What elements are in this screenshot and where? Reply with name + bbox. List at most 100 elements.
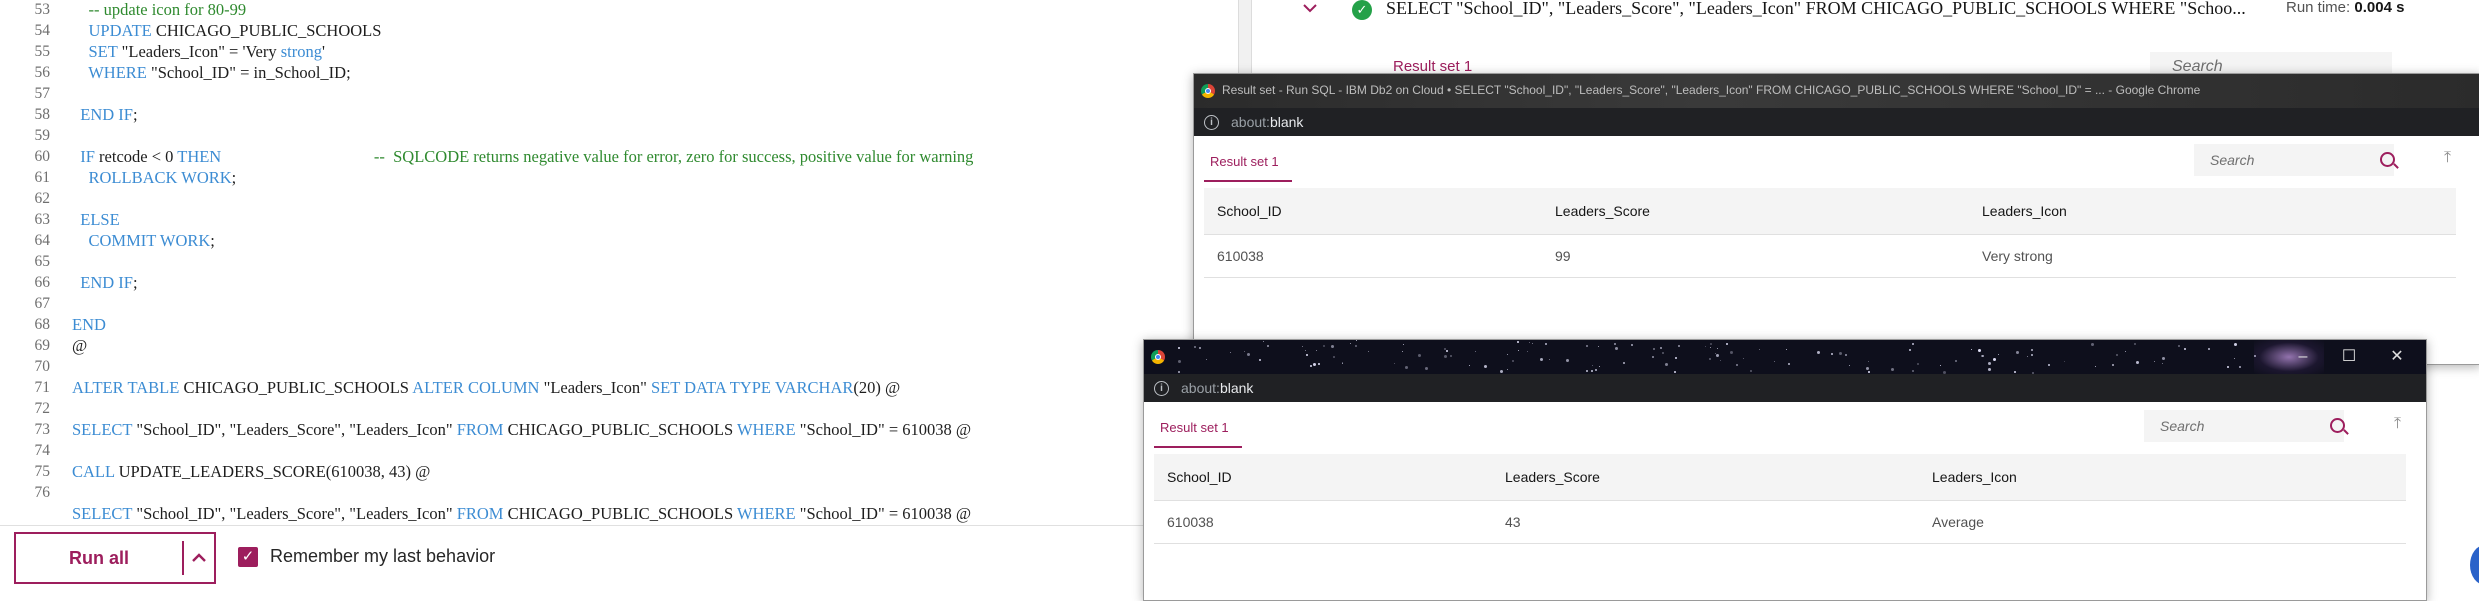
code-line[interactable]: SELECT "School_ID", "Leaders_Score", "Le… — [0, 503, 1238, 524]
star — [1977, 348, 1981, 352]
star — [2208, 347, 2211, 350]
code-text[interactable]: UPDATE CHICAGO_PUBLIC_SCHOOLS — [72, 20, 382, 41]
code-text[interactable]: ALTER TABLE CHICAGO_PUBLIC_SCHOOLS ALTER… — [72, 377, 900, 398]
sql-code-editor[interactable]: 53 -- update icon for 80-99 54 UPDATE CHI… — [0, 0, 1238, 525]
star — [2226, 365, 2229, 368]
code-line[interactable]: 63 ELSE — [0, 209, 1238, 230]
code-line[interactable]: 62 — [0, 188, 1238, 209]
code-text[interactable]: SET "Leaders_Icon" = 'Very strong' — [72, 41, 325, 62]
star — [1705, 345, 1707, 347]
code-text[interactable]: END IF; — [72, 272, 137, 293]
code-text[interactable]: ELSE — [72, 209, 119, 230]
chevron-down-icon[interactable] — [1302, 0, 1318, 19]
code-line[interactable]: 58 END IF; — [0, 104, 1238, 125]
code-line[interactable]: 59 — [0, 125, 1238, 146]
star — [1393, 363, 1395, 365]
code-line[interactable]: 64 COMMIT WORK; — [0, 230, 1238, 251]
tab-result-set-1[interactable]: Result set 1 — [1160, 420, 1229, 435]
code-text[interactable]: SELECT "School_ID", "Leaders_Score", "Le… — [72, 503, 971, 524]
code-line[interactable]: 53 -- update icon for 80-99 — [0, 0, 1238, 20]
star — [1586, 344, 1589, 347]
search-icon[interactable] — [2380, 152, 2395, 167]
line-number: 68 — [34, 316, 51, 333]
search-input[interactable]: Search — [2144, 410, 2344, 442]
close-icon[interactable]: ✕ — [2372, 340, 2422, 374]
address-text: about:blank — [1181, 380, 1253, 396]
tab-result-set-1[interactable]: Result set 1 — [1210, 154, 1279, 169]
code-line[interactable]: 57 — [0, 83, 1238, 104]
chevron-up-icon[interactable] — [184, 553, 214, 563]
column-header[interactable]: Leaders_Score — [1542, 188, 1969, 235]
star — [1549, 358, 1551, 360]
column-header[interactable]: School_ID — [1204, 188, 1542, 235]
code-text[interactable]: @ — [72, 335, 87, 356]
checkmark-icon[interactable]: ✓ — [238, 546, 258, 567]
window-titlebar[interactable]: Result set - Run SQL - IBM Db2 on Cloud … — [1194, 74, 2479, 108]
star — [1661, 352, 1664, 355]
code-text[interactable]: ROLLBACK WORK; — [72, 167, 237, 188]
code-line[interactable]: 54 UPDATE CHICAGO_PUBLIC_SCHOOLS — [0, 20, 1238, 41]
export-icon[interactable]: ⤒ — [2444, 149, 2451, 167]
star — [2016, 351, 2020, 355]
star — [1817, 351, 1821, 355]
star — [1982, 354, 1985, 357]
column-header[interactable]: Leaders_Score — [1492, 454, 1919, 501]
line-number: 76 — [34, 484, 51, 501]
panel-splitter[interactable] — [1238, 0, 1252, 80]
search-input[interactable]: Search — [2194, 144, 2394, 176]
result-set-popup-window[interactable]: – ☐ ✕ i about:blank Result set 1 Search … — [1143, 339, 2427, 601]
code-text[interactable]: CALL UPDATE_LEADERS_SCORE(610038, 43) @ — [72, 461, 430, 482]
code-line[interactable]: 65 — [0, 251, 1238, 272]
search-icon[interactable] — [2330, 418, 2345, 433]
code-line[interactable]: 55 SET "Leaders_Icon" = 'Very strong' — [0, 41, 1238, 62]
star — [1729, 350, 1733, 354]
star — [1350, 343, 1351, 345]
info-icon[interactable]: i — [1154, 380, 1169, 396]
code-line[interactable]: 75 CALL UPDATE_LEADERS_SCORE(610038, 43) … — [0, 461, 1238, 482]
code-text[interactable]: END — [72, 314, 106, 335]
star — [1615, 347, 1619, 351]
table-row[interactable]: 610038 99 Very strong — [1204, 234, 2456, 278]
code-line[interactable]: 61 ROLLBACK WORK; — [0, 167, 1238, 188]
code-text[interactable]: COMMIT WORK; — [72, 230, 215, 251]
code-line[interactable]: 72 — [0, 398, 1238, 419]
code-line[interactable]: 66 END IF; — [0, 272, 1238, 293]
maximize-icon[interactable]: ☐ — [2326, 340, 2372, 374]
query-summary[interactable]: SELECT "School_ID", "Leaders_Score", "Le… — [1386, 0, 2246, 19]
code-text[interactable]: IF retcode < 0 THEN -- SQLCODE returns n… — [72, 146, 973, 167]
info-icon[interactable]: i — [1204, 114, 1219, 130]
code-line[interactable]: 71 ALTER TABLE CHICAGO_PUBLIC_SCHOOLS ALT… — [0, 377, 1238, 398]
code-line[interactable]: 67 — [0, 293, 1238, 314]
column-header[interactable]: Leaders_Icon — [1919, 454, 2406, 501]
result-set-popup-window[interactable]: Result set - Run SQL - IBM Db2 on Cloud … — [1193, 73, 2479, 365]
code-line[interactable]: 56 WHERE "School_ID" = in_School_ID; — [0, 62, 1238, 83]
star — [1720, 360, 1722, 362]
table-cell: 610038 — [1204, 234, 1542, 278]
result-tabs: Result set 1 Search ⤒ — [1144, 402, 2426, 454]
code-line[interactable]: 73 SELECT "School_ID", "Leaders_Score", "… — [0, 419, 1238, 440]
result-tabs: Result set 1 Search ⤒ — [1194, 136, 2479, 188]
star — [1517, 340, 1520, 343]
column-header[interactable]: School_ID — [1154, 454, 1492, 501]
code-text[interactable]: END IF; — [72, 104, 137, 125]
run-time-value: 0.004 s — [2354, 0, 2405, 16]
star — [1749, 370, 1752, 373]
minimize-icon[interactable]: – — [2280, 340, 2326, 374]
code-line[interactable]: 70 — [0, 356, 1238, 377]
code-text[interactable]: WHERE "School_ID" = in_School_ID; — [72, 62, 350, 83]
code-text[interactable]: -- update icon for 80-99 — [72, 0, 247, 20]
table-row[interactable]: 610038 43 Average — [1154, 500, 2406, 544]
code-text[interactable]: SELECT "School_ID", "Leaders_Score", "Le… — [72, 419, 971, 440]
code-line[interactable]: 74 — [0, 440, 1238, 461]
code-line[interactable]: 76 — [0, 482, 1238, 503]
run-all-button[interactable]: Run all — [14, 532, 216, 584]
column-header[interactable]: Leaders_Icon — [1969, 188, 2456, 235]
code-line[interactable]: 69 @ — [0, 335, 1238, 356]
export-icon[interactable]: ⤒ — [2394, 415, 2401, 433]
code-line[interactable]: 68 END — [0, 314, 1238, 335]
code-line[interactable]: 60 IF retcode < 0 THEN -- SQLCODE return… — [0, 146, 1238, 167]
line-number: 54 — [34, 22, 51, 39]
line-number: 67 — [34, 295, 51, 312]
remember-behavior-checkbox[interactable]: ✓ Remember my last behavior — [238, 546, 495, 567]
window-titlebar[interactable]: – ☐ ✕ — [1144, 340, 2426, 374]
